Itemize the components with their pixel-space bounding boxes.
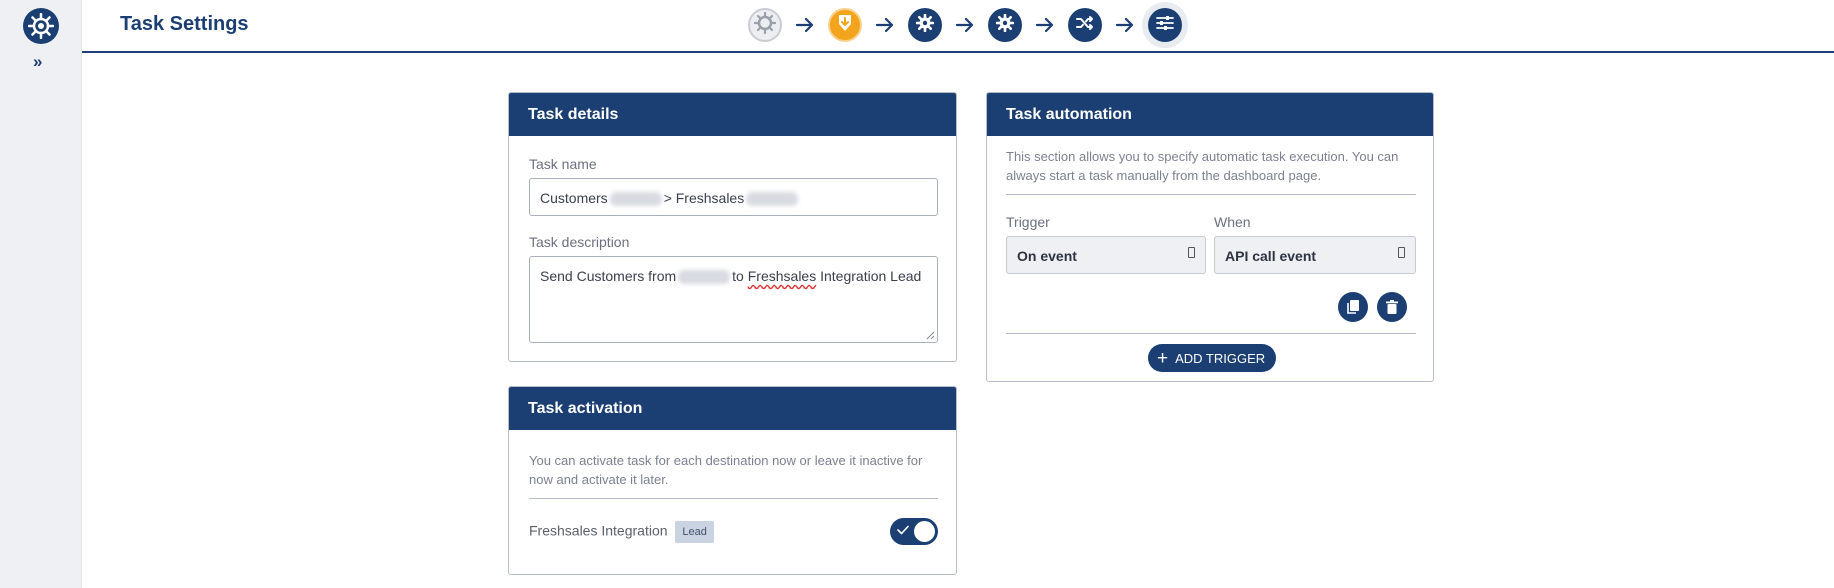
desc-text-1: Send Customers from [540,268,677,284]
task-name-label: Task name [529,156,597,172]
step-task-settings[interactable] [1148,8,1182,42]
task-name-text-2: > Freshsales [663,190,745,206]
task-automation-help: This section allows you to specify autom… [1006,149,1399,183]
task-name-input[interactable]: Customers > Freshsales [529,178,938,216]
when-select[interactable]: API call event [1214,236,1416,274]
redacted-text [678,270,731,285]
divider [1006,194,1416,195]
task-activation-card: Task activation You can activate task fo… [508,386,957,575]
desc-text-4: Integration Lead [820,268,922,284]
task-details-card: Task details Task name Customers > Freshs… [508,92,957,362]
toggle-knob [914,521,935,542]
task-description-input[interactable]: Send Customers from to Freshsales Integra… [529,256,938,343]
task-activation-header: Task activation [509,387,956,430]
arrow-right-icon [1102,18,1148,32]
dropdown-icon [1398,247,1405,258]
step-settings-2[interactable] [988,8,1022,42]
destination-label: Freshsales Integration [529,522,668,539]
trash-icon [1386,299,1398,314]
arrow-right-icon [862,18,908,32]
task-automation-card: Task automation This section allows you … [986,92,1434,382]
arrow-right-icon [942,18,988,32]
copy-icon [1347,300,1359,314]
destination-row: Freshsales Integration Lead [529,521,714,543]
add-trigger-button[interactable]: + ADD TRIGGER [1148,344,1277,372]
arrow-right-icon [1022,18,1068,32]
copy-trigger-button[interactable] [1338,292,1368,322]
source-app-icon [753,11,777,39]
sliders-icon [1156,15,1174,36]
task-activation-help: You can activate task for each destinati… [529,453,923,487]
gear-icon [915,13,935,37]
top-bar: Task Settings [82,0,1834,53]
redacted-text [746,192,799,207]
trigger-select[interactable]: On event [1006,236,1206,274]
destination-badge: Lead [675,521,714,543]
dropdown-icon [1188,247,1195,258]
desc-text-2: to [732,268,744,284]
arrow-right-icon [782,18,828,32]
when-label: When [1214,214,1251,230]
step-source[interactable] [748,8,782,42]
shuffle-icon [1076,15,1094,36]
step-mapping[interactable] [1068,8,1102,42]
task-stepper [748,4,1182,46]
task-details-header: Task details [509,93,956,136]
add-trigger-label: ADD TRIGGER [1175,350,1266,366]
step-extract[interactable] [828,8,862,42]
task-name-text-1: Customers [540,190,608,206]
desc-text-3: Freshsales [747,268,817,284]
divider [1006,333,1416,334]
activation-toggle[interactable] [890,518,938,545]
check-icon [897,525,909,535]
divider [529,498,938,499]
expand-sidebar-button[interactable]: » [33,52,42,72]
when-value: API call event [1225,248,1317,264]
resize-handle-icon[interactable] [926,331,935,340]
step-settings-1[interactable] [908,8,942,42]
trigger-label: Trigger [1006,214,1050,230]
sidebar: » [0,0,82,588]
task-automation-header: Task automation [987,93,1433,136]
gear-icon [995,13,1015,37]
app-logo-icon[interactable] [23,8,59,44]
delete-trigger-button[interactable] [1377,292,1407,322]
page-title: Task Settings [120,13,249,35]
trigger-value: On event [1017,248,1077,264]
redacted-text [609,192,662,207]
plus-icon: + [1157,347,1169,369]
task-description-label: Task description [529,234,630,250]
download-icon [837,14,853,37]
